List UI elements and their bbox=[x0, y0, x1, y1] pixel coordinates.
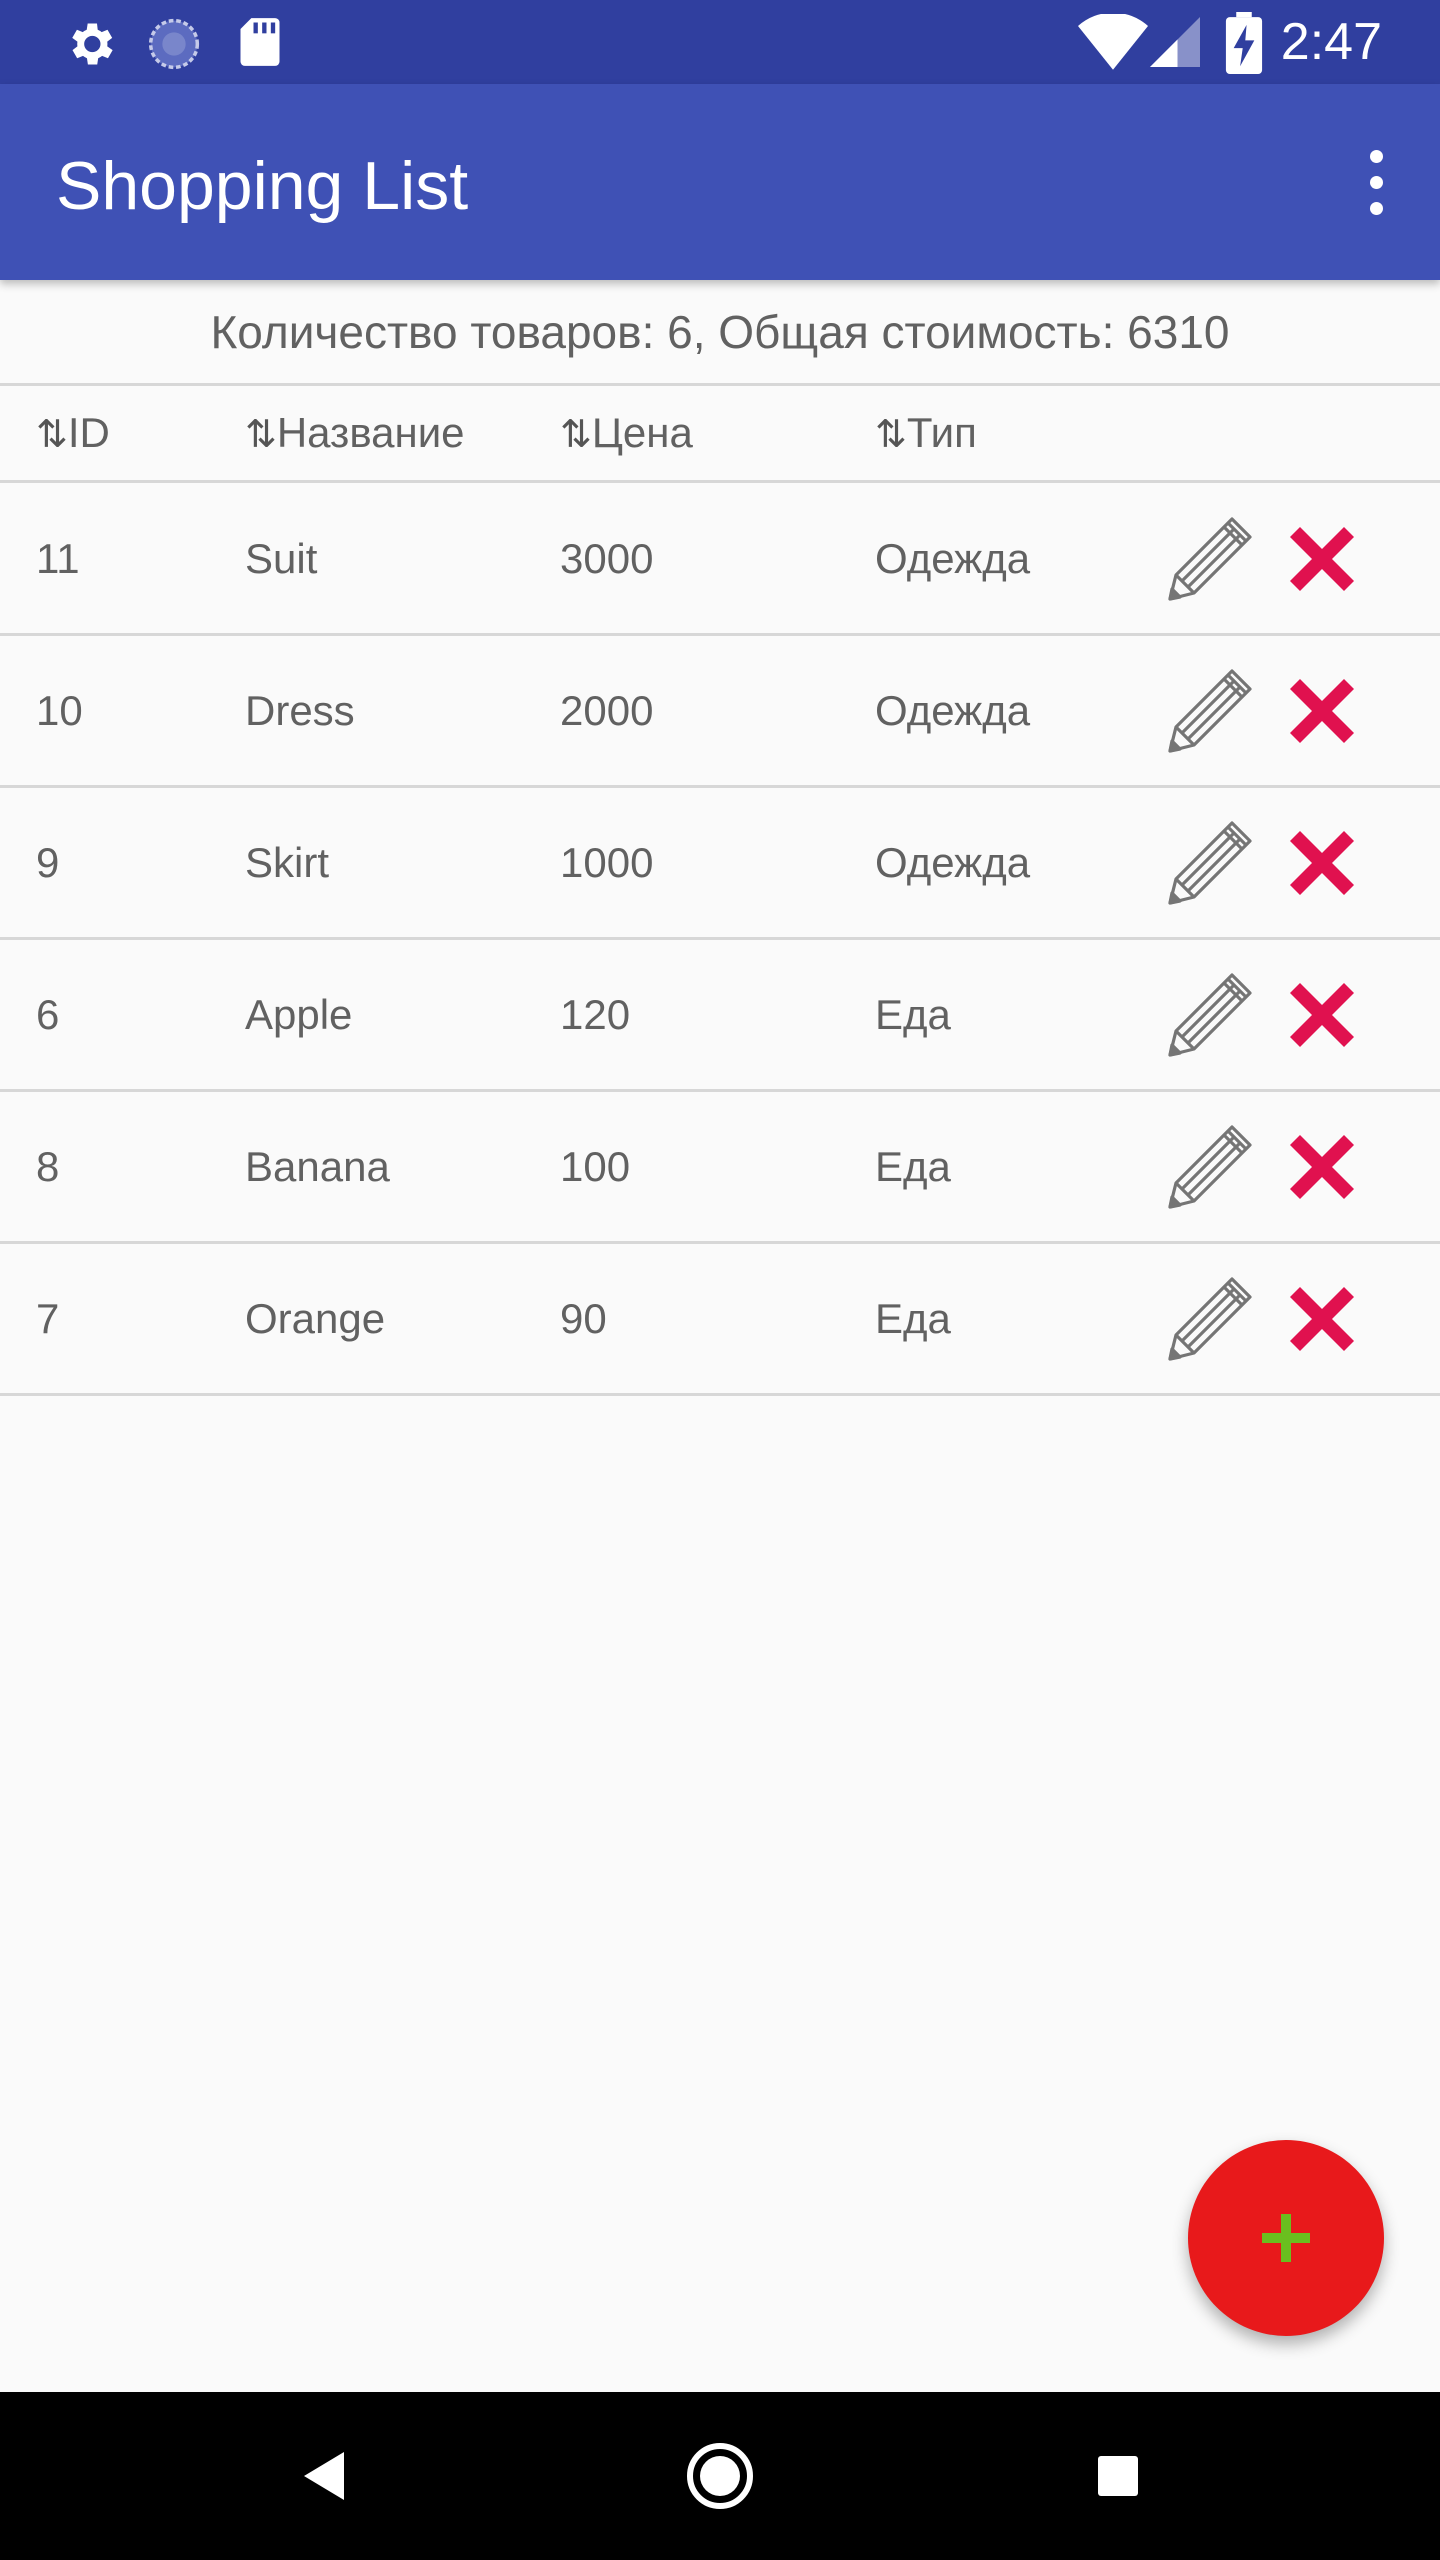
table-row[interactable]: 9 Skirt 1000 Одежда bbox=[0, 787, 1440, 939]
column-header-id[interactable]: ⇅ ID bbox=[36, 386, 110, 480]
cell-id: 9 bbox=[36, 839, 60, 886]
sd-card-icon bbox=[240, 18, 280, 66]
wifi-icon bbox=[1078, 14, 1148, 70]
status-bar: 2:47 bbox=[0, 0, 1440, 84]
summary-text: Количество товаров: 6, Общая стоимость: … bbox=[210, 306, 1230, 358]
column-header-price[interactable]: ⇅ Цена bbox=[560, 386, 693, 480]
cell-name: Banana bbox=[245, 1143, 390, 1190]
edit-pencil-icon[interactable] bbox=[1160, 509, 1260, 609]
cell-price: 120 bbox=[560, 991, 631, 1038]
column-label: Тип bbox=[906, 409, 977, 456]
column-header-name[interactable]: ⇅ Название bbox=[245, 386, 465, 480]
settings-icon bbox=[72, 23, 113, 65]
column-header-type[interactable]: ⇅ Тип bbox=[875, 386, 977, 480]
table-row[interactable]: 8 Banana 100 Еда bbox=[0, 1091, 1440, 1243]
delete-x-icon[interactable] bbox=[1282, 823, 1362, 903]
cell-id: 6 bbox=[36, 991, 60, 1038]
column-label: ID bbox=[67, 409, 110, 456]
cell-price: 100 bbox=[560, 1143, 631, 1190]
delete-x-icon[interactable] bbox=[1282, 1127, 1362, 1207]
delete-x-icon[interactable] bbox=[1282, 519, 1362, 599]
back-icon[interactable] bbox=[282, 2436, 362, 2516]
cell-type: Одежда bbox=[875, 839, 1031, 886]
cell-price: 1000 bbox=[560, 839, 654, 886]
app-title: Shopping List bbox=[56, 148, 469, 224]
delete-x-icon[interactable] bbox=[1282, 975, 1362, 1055]
cell-name: Orange bbox=[245, 1295, 386, 1342]
table-row[interactable]: 6 Apple 120 Еда bbox=[0, 939, 1440, 1091]
cell-id: 7 bbox=[36, 1295, 60, 1342]
sync-icon bbox=[148, 18, 200, 70]
edit-pencil-icon[interactable] bbox=[1160, 661, 1260, 761]
table-row[interactable]: 11 Suit 3000 Одежда bbox=[0, 483, 1440, 635]
status-time: 2:47 bbox=[1280, 13, 1382, 71]
table-row[interactable]: 7 Orange 90 Еда bbox=[0, 1243, 1440, 1395]
edit-pencil-icon[interactable] bbox=[1160, 1117, 1260, 1217]
plus-icon bbox=[1262, 2214, 1310, 2262]
cell-type: Одежда bbox=[875, 535, 1031, 582]
column-label: Цена bbox=[591, 409, 693, 456]
cell-name: Dress bbox=[245, 687, 355, 734]
sort-icon: ⇅ bbox=[36, 414, 68, 456]
table-row[interactable]: 10 Dress 2000 Одежда bbox=[0, 635, 1440, 787]
add-item-button[interactable] bbox=[1188, 2140, 1384, 2336]
delete-x-icon[interactable] bbox=[1282, 671, 1362, 751]
divider bbox=[0, 1393, 1440, 1396]
signal-icon bbox=[1150, 17, 1200, 67]
cell-name: Skirt bbox=[245, 839, 329, 886]
cell-type: Еда bbox=[875, 1295, 951, 1342]
app-bar: Shopping List bbox=[0, 84, 1440, 280]
column-label: Название bbox=[276, 409, 465, 456]
cell-price: 2000 bbox=[560, 687, 654, 734]
cell-price: 90 bbox=[560, 1295, 607, 1342]
edit-pencil-icon[interactable] bbox=[1160, 813, 1260, 913]
more-vert-icon[interactable] bbox=[1340, 134, 1412, 230]
table-header: ⇅ ID ⇅ Название ⇅ Цена ⇅ Тип bbox=[0, 386, 1440, 480]
sort-icon: ⇅ bbox=[245, 414, 277, 456]
recents-icon[interactable] bbox=[1078, 2436, 1158, 2516]
cell-price: 3000 bbox=[560, 535, 654, 582]
cell-id: 10 bbox=[36, 687, 83, 734]
cell-id: 11 bbox=[36, 535, 80, 582]
sort-icon: ⇅ bbox=[875, 414, 907, 456]
edit-pencil-icon[interactable] bbox=[1160, 1269, 1260, 1369]
delete-x-icon[interactable] bbox=[1282, 1279, 1362, 1359]
cell-type: Еда bbox=[875, 1143, 951, 1190]
cell-id: 8 bbox=[36, 1143, 60, 1190]
battery-charging-icon bbox=[1225, 12, 1263, 74]
home-icon[interactable] bbox=[680, 2436, 760, 2516]
navigation-bar bbox=[0, 2392, 1440, 2560]
cell-name: Suit bbox=[245, 535, 318, 582]
sort-icon: ⇅ bbox=[560, 414, 592, 456]
cell-type: Еда bbox=[875, 991, 951, 1038]
cell-type: Одежда bbox=[875, 687, 1031, 734]
edit-pencil-icon[interactable] bbox=[1160, 965, 1260, 1065]
cell-name: Apple bbox=[245, 991, 353, 1038]
